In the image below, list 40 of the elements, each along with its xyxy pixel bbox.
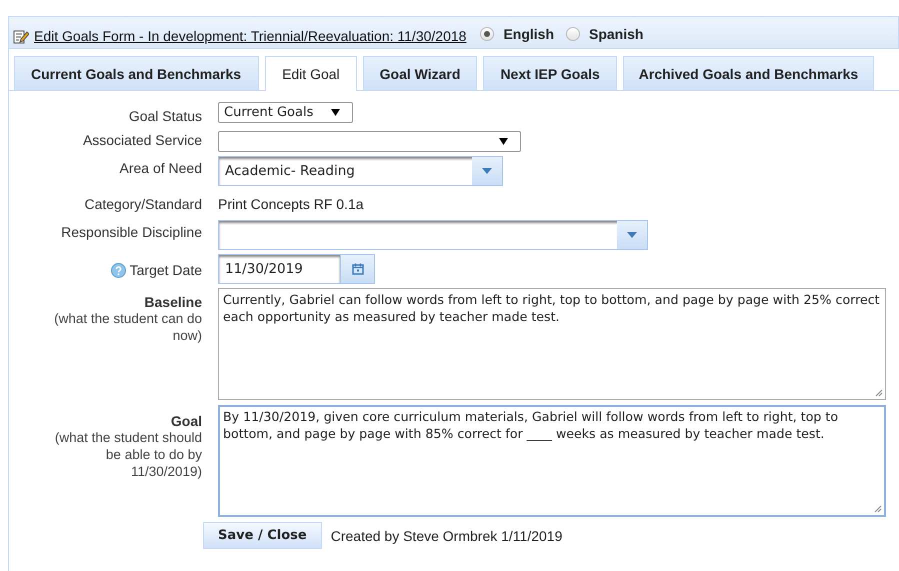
field-note: (what the student can do now) (53, 310, 202, 344)
field-label: Baseline (143, 294, 202, 310)
tab[interactable]: Next IEP Goals (483, 56, 617, 90)
tab[interactable]: Archived Goals and Benchmarks (622, 56, 874, 90)
dropdown[interactable] (218, 131, 521, 152)
notepad-pencil-icon (12, 28, 29, 45)
language-radio[interactable] (480, 26, 494, 40)
caret-icon (499, 138, 508, 145)
language-radio[interactable] (566, 26, 580, 40)
save-close-button[interactable]: Save / Close (203, 522, 322, 549)
created-by-text: Created by Steve Ormbrek 1/11/2019 (330, 528, 562, 544)
resize-grip-icon[interactable] (873, 504, 882, 513)
form-title-link[interactable]: Edit Goals Form - In development: Triennial/Reevaluation: 11/30/2018 (34, 28, 466, 44)
dropdown[interactable]: Current Goals (218, 102, 353, 123)
text-area[interactable]: By 11/30/2019, given core curriculum materials, Gabriel will follow words from left to right, top to bottom, and page by page with 85% correct for ____ weeks as measured by teacher made test. (218, 405, 886, 517)
tab[interactable]: Current Goals and Benchmarks (14, 56, 260, 90)
field-label: Category/Standard (84, 196, 202, 212)
calendar-icon (352, 263, 364, 275)
resize-grip-icon[interactable] (874, 388, 883, 397)
tab[interactable]: Edit Goal (265, 56, 357, 91)
caret-icon (331, 109, 340, 116)
language-label: Spanish (589, 26, 644, 42)
field-label: Associated Service (82, 132, 202, 148)
field-label: Target Date (130, 262, 202, 278)
field-label: Goal Status (128, 108, 202, 124)
calendar-button[interactable] (341, 254, 375, 284)
field-label: Area of Need (120, 160, 202, 176)
help-icon[interactable] (110, 262, 126, 278)
caret-icon (627, 232, 637, 238)
combo-box[interactable]: Academic- Reading (218, 156, 503, 186)
date-field[interactable]: 11/30/2019 (218, 254, 341, 284)
field-label: Goal (170, 413, 202, 429)
field-value: Print Concepts RF 0.1a (218, 195, 364, 214)
tab[interactable]: Goal Wizard (362, 56, 478, 90)
field-label: Responsible Discipline (61, 224, 202, 240)
language-label: English (503, 26, 554, 42)
field-note: (what the student should be able to do by 11/30/2019) (54, 429, 202, 480)
combo-box[interactable] (218, 220, 648, 250)
caret-icon (482, 168, 492, 174)
text-area[interactable]: Currently, Gabriel can follow words from left to right, top to bottom, and page by page with 25% correct each opportunity as measured by teacher made test. (218, 288, 886, 400)
